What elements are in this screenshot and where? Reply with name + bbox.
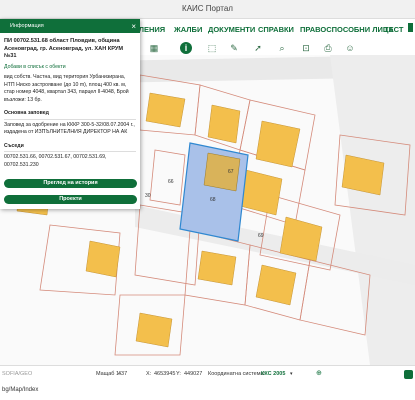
selected-building (203, 152, 241, 192)
map-statusbar: SOFIA/GEO Мащаб 1: 437 X: 4653945 Y: 449… (0, 365, 415, 382)
projects-button[interactable]: Проекти (4, 195, 137, 204)
nav-item-references[interactable]: СПРАВКИ (258, 25, 294, 34)
y-value: 449027 (184, 371, 203, 377)
status-menu-icon[interactable] (404, 370, 413, 379)
info-panel-header: Информация × (0, 19, 140, 33)
history-button[interactable]: Преглед на история (4, 179, 137, 188)
add-to-list-link[interactable]: Добави в списък с обекти (4, 64, 136, 72)
nav-item-documents[interactable]: ДОКУМЕНТИ (208, 25, 255, 34)
parcel-label: 69 (258, 233, 264, 239)
scale-value: 437 (118, 371, 128, 377)
nav-item-test[interactable]: ТЕСТ (384, 25, 403, 34)
parcel-label: 68 (210, 197, 216, 203)
info-icon[interactable]: i (180, 42, 192, 54)
x-value: 4653945 (154, 371, 176, 377)
select-icon[interactable]: ⬚ (206, 42, 218, 54)
x-label: X: (146, 371, 152, 377)
info-panel-title: Информация (10, 23, 44, 29)
neighbors-text: 00702.531.66, 00702.531.67, 00702.531.69… (4, 154, 107, 168)
search-icon[interactable]: ⌕ (276, 42, 288, 54)
scale-label: Мащаб 1: (96, 371, 121, 377)
arrow-icon[interactable]: ➚ (252, 42, 264, 54)
url-text: bg/Map/Index (2, 387, 39, 393)
user-icon[interactable]: ☺ (344, 42, 356, 54)
coordinate-system-label: Координатна система: (208, 371, 266, 377)
parcel-id: ПИ 00702.531.68 област Пловдив, община А… (4, 38, 124, 60)
status-left-text: SOFIA/GEO (2, 371, 33, 377)
window-titlebar: КАИС Портал (0, 0, 415, 19)
chevron-down-icon[interactable]: ▾ (290, 371, 293, 377)
map-toolbar: ▦ i ⬚ ✎ ➚ ⌕ ⊡ ⎙ ☺ (140, 41, 415, 56)
parcel-description: вид собств. Частна, вид територия Урбани… (4, 74, 129, 103)
gps-icon[interactable]: ⊕ (316, 369, 322, 377)
info-panel: Информация × ПИ 00702.531.68 област Плов… (0, 19, 140, 209)
order-section-title: Основна заповед (4, 110, 136, 120)
y-label: Y: (176, 371, 181, 377)
nav-item-licensed-persons[interactable]: ПРАВОСПОСОБНИ ЛИЦА (300, 25, 394, 34)
measure-icon[interactable]: ✎ (228, 42, 240, 54)
coordinate-system-select[interactable]: ККС 2005 (261, 371, 285, 377)
nav-item-complaints[interactable]: ЖАЛБИ (174, 25, 202, 34)
neighbors-section-title: Съседи (4, 143, 136, 153)
layers-icon[interactable]: ▦ (148, 42, 160, 54)
browser-footer: bg/Map/Index (0, 381, 415, 400)
window-title: КАИС Портал (182, 4, 233, 13)
parcel-label: 66 (168, 179, 174, 185)
nav-scroll-handle[interactable] (408, 23, 413, 32)
print-icon[interactable]: ⎙ (322, 42, 334, 54)
parcel-label: 67 (228, 169, 234, 175)
order-text: Заповед за одобрение на КККР 300-5-32/08… (4, 121, 135, 136)
parcel-label: 30 (145, 193, 151, 199)
close-icon[interactable]: × (131, 21, 136, 33)
zoom-icon[interactable]: ⊡ (300, 42, 312, 54)
